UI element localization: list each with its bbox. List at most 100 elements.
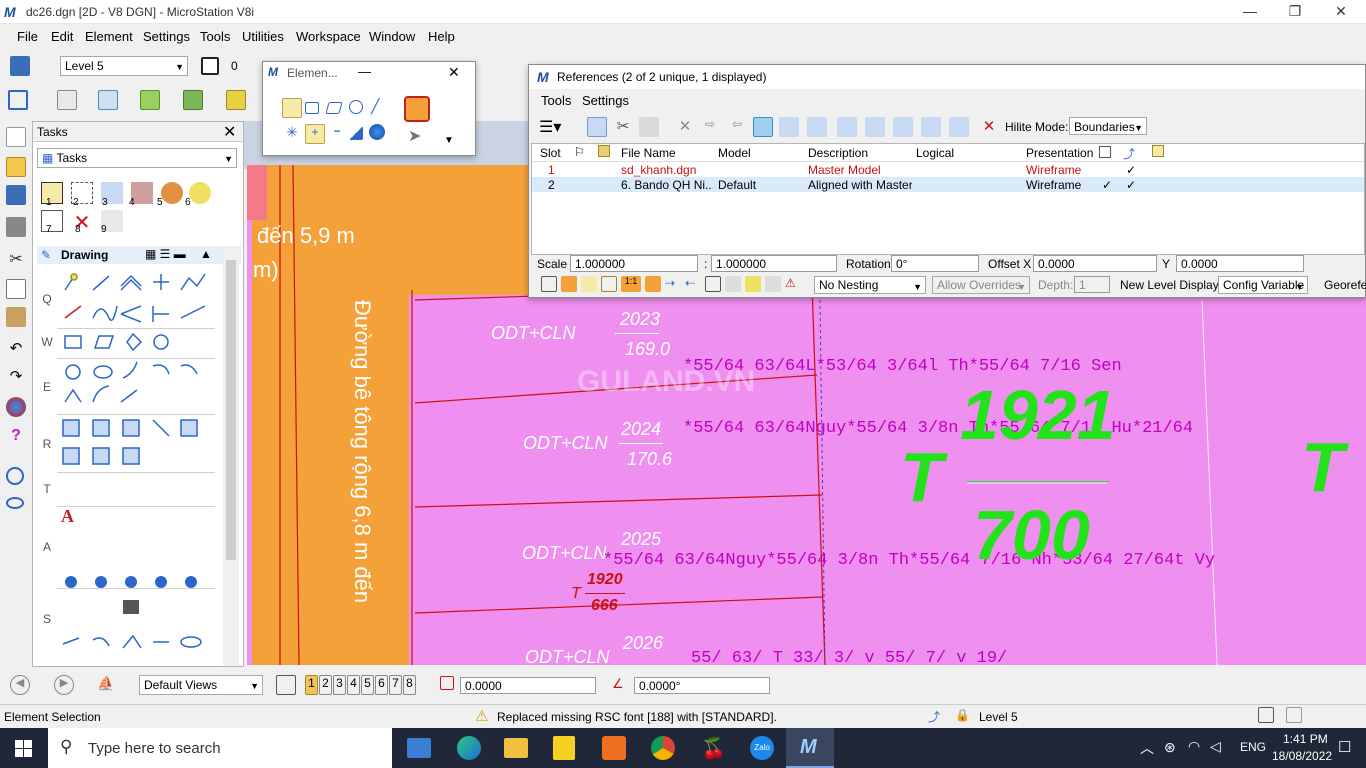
tree-icon[interactable] (98, 90, 118, 110)
back-icon[interactable]: ◀ (10, 675, 30, 695)
close-icon[interactable]: ✕ (448, 64, 460, 81)
drawing-tools-grid[interactable]: A (57, 270, 217, 666)
new-mode-icon[interactable]: ✳ (282, 124, 302, 144)
offset-x-field[interactable]: 0.0000 (1033, 255, 1157, 272)
level-combo[interactable]: Level 5 ▼ (60, 56, 188, 76)
settings-icon[interactable] (725, 276, 741, 292)
overrides-combo[interactable]: Allow Overrides ▼ (932, 276, 1030, 294)
view-mode-icon[interactable]: ▦ ☰ ▬ (145, 247, 186, 261)
nesting-combo[interactable]: No Nesting ▼ (814, 276, 926, 294)
menu-element[interactable]: Element (85, 29, 133, 44)
scale-icon[interactable] (41, 210, 63, 232)
circle-icon[interactable] (6, 467, 24, 485)
references-menu-tools[interactable]: Tools (541, 93, 571, 108)
all-mode-icon[interactable] (369, 124, 385, 140)
menu-tools[interactable]: Tools (200, 29, 230, 44)
reload-reference-icon[interactable] (639, 117, 659, 137)
views-list-icon[interactable] (276, 675, 296, 695)
column-description[interactable]: Description (808, 146, 868, 160)
collapse-icon[interactable]: ▲ (200, 247, 212, 261)
ignore-attachments-icon[interactable] (645, 276, 661, 292)
color-swatch-icon[interactable] (201, 57, 219, 75)
table-row[interactable]: 1 sd_khanh.dgn Master Model Wireframe ✓ (532, 162, 1364, 177)
method-icon[interactable] (404, 96, 430, 122)
language-indicator[interactable]: ENG (1240, 740, 1266, 754)
menu-edit[interactable]: Edit (51, 29, 73, 44)
clock-date[interactable]: 18/08/2022 (1272, 749, 1332, 763)
column-logical[interactable]: Logical (916, 146, 954, 160)
paste-icon[interactable] (6, 307, 26, 327)
individual-mode-icon[interactable] (282, 98, 302, 118)
link-icon[interactable]: ⇢ (665, 276, 681, 292)
lock-toggle-icon[interactable] (601, 276, 617, 292)
new-level-display-combo[interactable]: Config Variable ▼ (1218, 276, 1308, 294)
hilite-mode-combo[interactable]: Boundaries ▼ (1069, 117, 1147, 135)
cherry-app-icon[interactable]: 🍒 (701, 736, 726, 760)
move-reference-icon[interactable]: ⇨ (700, 117, 720, 137)
rotation-field[interactable]: 0° (891, 255, 979, 272)
view-5-button[interactable]: 5 (361, 675, 374, 695)
raster-icon[interactable] (140, 90, 160, 110)
forward-icon[interactable]: ▶ (54, 675, 74, 695)
invert-mode-icon[interactable] (349, 126, 363, 140)
taskbar-search-box[interactable]: ⚲ Type here to search (48, 728, 392, 768)
wifi-icon[interactable]: ◠ (1188, 738, 1200, 755)
attach-reference-icon[interactable] (587, 117, 607, 137)
subtract-mode-icon[interactable]: − (327, 124, 347, 144)
column-slot[interactable]: Slot (540, 146, 561, 160)
menu-help[interactable]: Help (428, 29, 455, 44)
view-8-button[interactable]: 8 (403, 675, 416, 695)
help-icon[interactable]: ? (6, 427, 26, 447)
microstation-taskbar-button[interactable]: M (786, 728, 834, 768)
lightbulb-icon[interactable] (189, 182, 211, 204)
stack-icon[interactable] (226, 90, 246, 110)
save-status-icon[interactable] (1258, 707, 1274, 723)
tray-chevron-icon[interactable]: ︿ (1140, 738, 1154, 758)
rotate-reference-icon[interactable] (779, 117, 799, 137)
ellipse-icon[interactable] (6, 497, 24, 509)
cut-icon[interactable]: ✂ (6, 249, 26, 269)
attributes-icon[interactable] (161, 182, 183, 204)
office-icon[interactable] (602, 736, 626, 760)
row-display-check[interactable]: ✓ (1102, 178, 1112, 192)
distance-field[interactable]: 0.0000 (460, 677, 596, 694)
pointer-icon[interactable]: ➤ (408, 126, 428, 146)
maximize-button[interactable]: ❐ (1285, 3, 1305, 20)
grid-icon[interactable] (705, 276, 721, 292)
view-4-button[interactable]: 4 (347, 675, 360, 695)
menu-workspace[interactable]: Workspace (296, 29, 361, 44)
scale-reference-icon[interactable] (753, 117, 773, 137)
block-mode-icon[interactable] (305, 102, 319, 114)
views-combo[interactable]: Default Views ▼ (139, 675, 263, 695)
windows-start-icon[interactable] (15, 740, 32, 757)
menu-settings[interactable]: Settings (143, 29, 190, 44)
clip-delete-icon[interactable] (921, 117, 941, 137)
column-model[interactable]: Model (718, 146, 751, 160)
globe-icon[interactable] (6, 397, 26, 417)
notification-icon[interactable]: ☐ (1338, 738, 1351, 756)
sticky-notes-icon[interactable] (553, 736, 575, 760)
tasks-combo[interactable]: ▦ Tasks ▼ (37, 148, 237, 168)
menu-window[interactable]: Window (369, 29, 415, 44)
depth-field[interactable]: 1 (1074, 276, 1110, 293)
line-mode-icon[interactable]: ╱ (371, 98, 391, 118)
detach-reference-icon[interactable]: ✂ (613, 117, 633, 137)
mail-icon[interactable] (407, 738, 431, 758)
tasks-close-icon[interactable]: ✕ (223, 122, 236, 142)
chrome-icon[interactable] (651, 736, 675, 760)
angle-field[interactable]: 0.0000° (634, 677, 770, 694)
row-snap-check[interactable]: ✓ (1126, 163, 1136, 177)
display-toggle-icon[interactable] (541, 276, 557, 292)
circle-mode-icon[interactable] (349, 100, 363, 114)
add-mode-icon[interactable]: + (305, 124, 325, 144)
lock-icon[interactable]: 🔒 (955, 708, 970, 722)
level-manager-icon[interactable] (10, 56, 30, 76)
row-snap-check[interactable]: ✓ (1126, 178, 1136, 192)
clip-mask-icon[interactable] (893, 117, 913, 137)
menu-utilities[interactable]: Utilities (242, 29, 284, 44)
view-6-button[interactable]: 6 (375, 675, 388, 695)
copy-icon[interactable] (6, 279, 26, 299)
close-button[interactable]: ✕ (1331, 3, 1351, 20)
snap-toggle-icon[interactable] (561, 276, 577, 292)
layers-icon[interactable] (183, 90, 203, 110)
